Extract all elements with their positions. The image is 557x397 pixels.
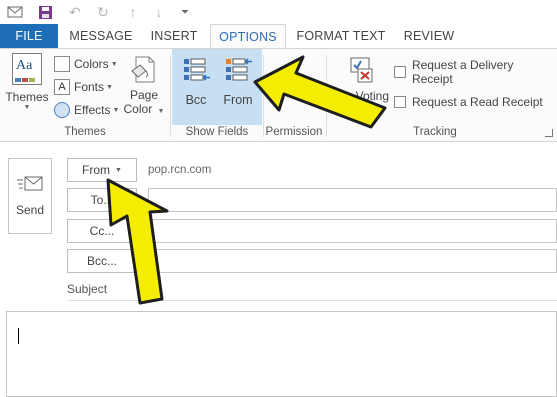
annotation-arrow-ribbon [253, 55, 387, 129]
annotation-arrow-from [106, 178, 169, 305]
annotation-arrows [106, 55, 387, 305]
